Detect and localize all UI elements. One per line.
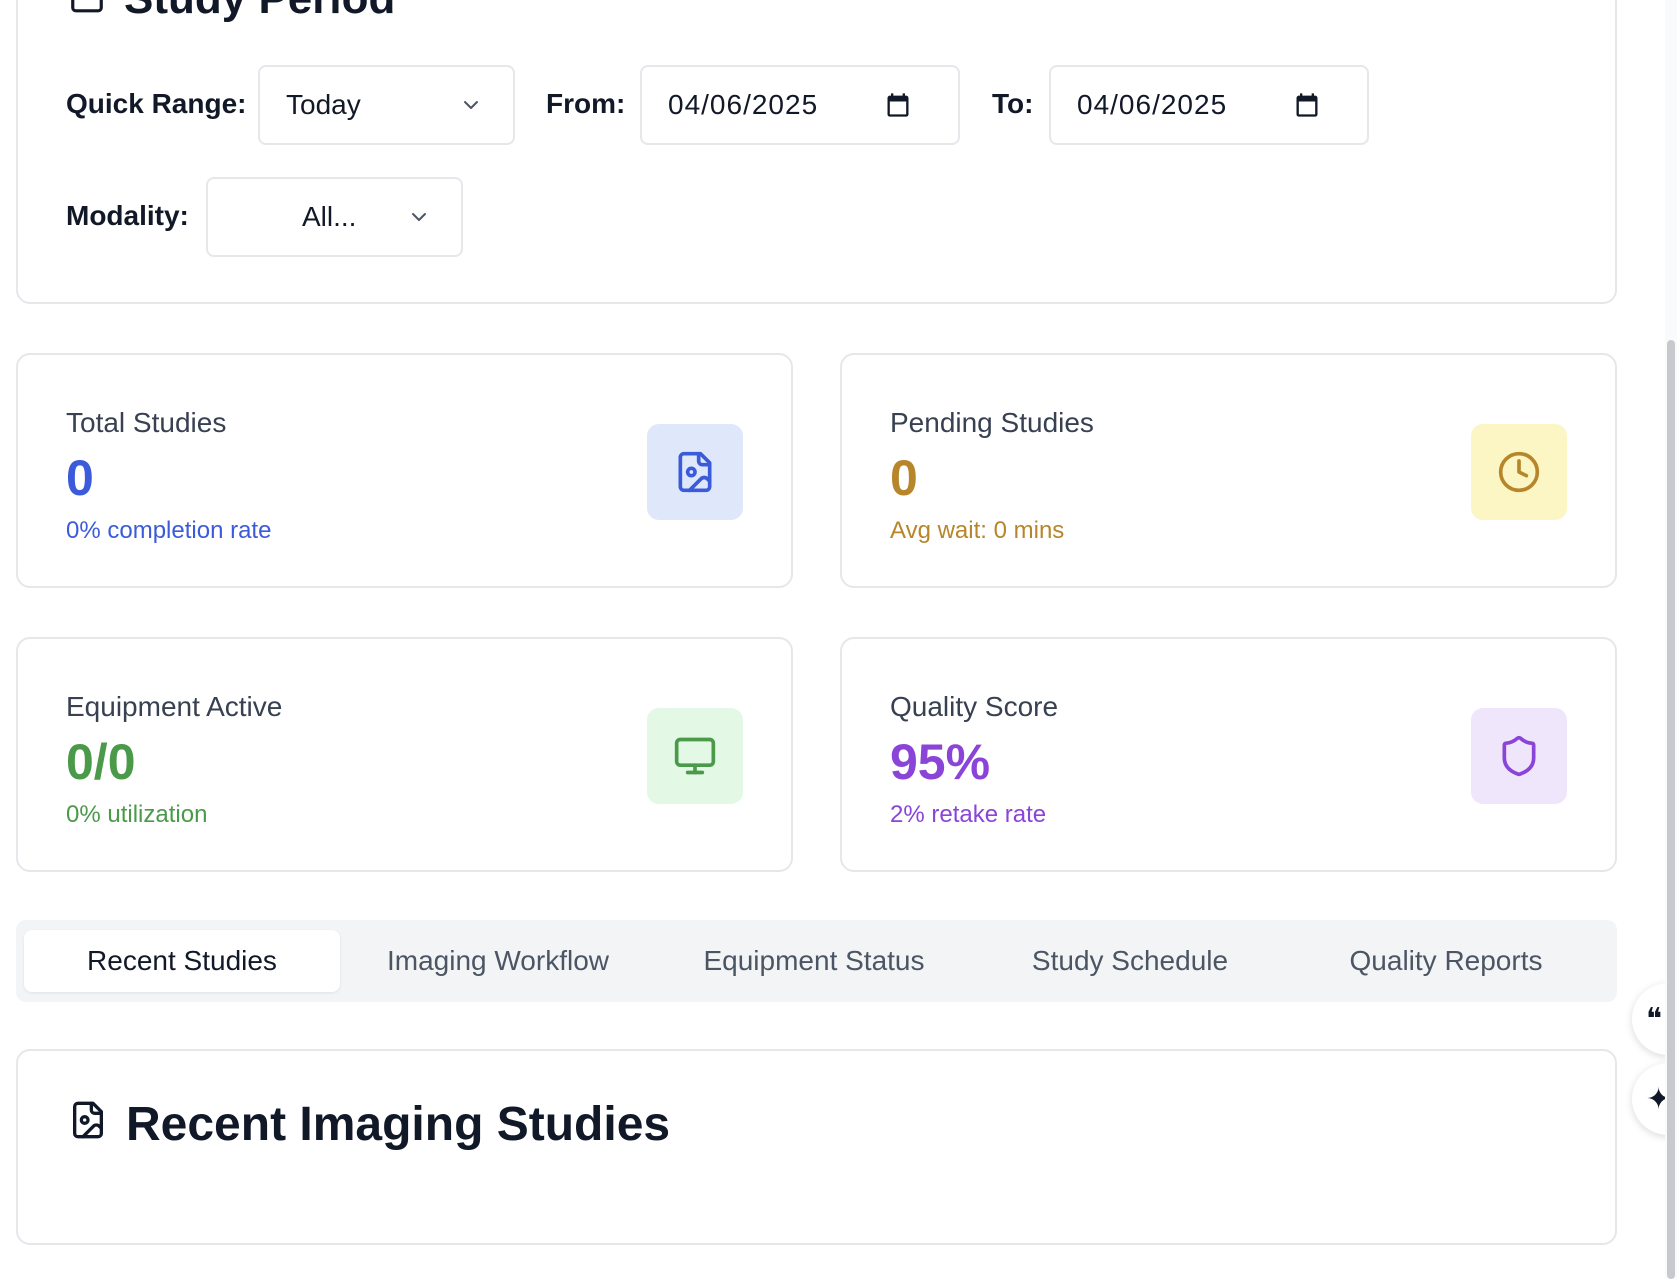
total-studies-label: Total Studies — [66, 407, 227, 438]
quick-range-select[interactable]: Today — [258, 65, 515, 145]
from-date-value: 04/06/2025 — [668, 89, 819, 120]
quick-range-label: Quick Range: — [66, 88, 247, 119]
scrollbar-thumb[interactable] — [1667, 340, 1675, 1279]
tab-imaging-workflow[interactable]: Imaging Workflow — [340, 930, 656, 992]
calendar-icon — [68, 0, 106, 22]
equipment-active-label: Equipment Active — [66, 691, 283, 722]
monitor-icon — [647, 708, 743, 804]
scrollbar-track[interactable] — [1665, 0, 1677, 1279]
quality-score-sub: 2% retake rate — [890, 801, 1047, 828]
shield-icon — [1471, 708, 1567, 804]
quality-score-value: 95% — [890, 734, 991, 790]
equipment-active-value: 0/0 — [66, 734, 136, 790]
modality-label: Modality: — [66, 200, 189, 231]
recent-studies-title: Recent Imaging Studies — [126, 1098, 671, 1151]
modality-value: All... — [302, 201, 357, 232]
quote-icon: ❝ — [1646, 1002, 1663, 1036]
tab-recent-studies[interactable]: Recent Studies — [24, 930, 340, 992]
to-label: To: — [992, 88, 1034, 119]
calendar-picker-icon[interactable] — [1293, 91, 1321, 119]
pending-studies-card: Pending Studies 0 Avg wait: 0 mins — [840, 353, 1617, 588]
tab-bar: Recent Studies Imaging Workflow Equipmen… — [16, 920, 1617, 1002]
modality-select[interactable]: All... — [206, 177, 463, 257]
quick-range-value: Today — [286, 89, 361, 120]
from-date-input[interactable]: 04/06/2025 — [640, 65, 960, 145]
chevron-down-icon — [407, 205, 431, 229]
to-date-input[interactable]: 04/06/2025 — [1049, 65, 1369, 145]
equipment-active-card: Equipment Active 0/0 0% utilization — [16, 637, 793, 872]
tab-study-schedule[interactable]: Study Schedule — [972, 930, 1288, 992]
chevron-down-icon — [459, 93, 483, 117]
file-image-icon — [647, 424, 743, 520]
total-studies-value: 0 — [66, 450, 94, 506]
recent-studies-card: Recent Imaging Studies — [16, 1049, 1617, 1245]
study-period-card: Study Period Quick Range: Today From: 04… — [16, 0, 1617, 304]
tab-equipment-status[interactable]: Equipment Status — [656, 930, 972, 992]
to-date-value: 04/06/2025 — [1077, 89, 1228, 120]
calendar-picker-icon[interactable] — [884, 91, 912, 119]
total-studies-card: Total Studies 0 0% completion rate — [16, 353, 793, 588]
equipment-active-sub: 0% utilization — [66, 801, 208, 828]
page: Study Period Quick Range: Today From: 04… — [0, 0, 1677, 1279]
pending-studies-label: Pending Studies — [890, 407, 1094, 438]
file-image-icon — [68, 1097, 108, 1152]
total-studies-sub: 0% completion rate — [66, 517, 272, 544]
tab-quality-reports[interactable]: Quality Reports — [1288, 930, 1604, 992]
pending-studies-sub: Avg wait: 0 mins — [890, 517, 1065, 544]
study-period-heading: Study Period — [68, 0, 395, 22]
pending-studies-value: 0 — [890, 450, 918, 506]
recent-studies-heading: Recent Imaging Studies — [68, 1097, 670, 1152]
study-period-title: Study Period — [124, 0, 395, 21]
quality-score-label: Quality Score — [890, 691, 1059, 722]
quality-score-card: Quality Score 95% 2% retake rate — [840, 637, 1617, 872]
from-label: From: — [546, 88, 626, 119]
clock-icon — [1471, 424, 1567, 520]
